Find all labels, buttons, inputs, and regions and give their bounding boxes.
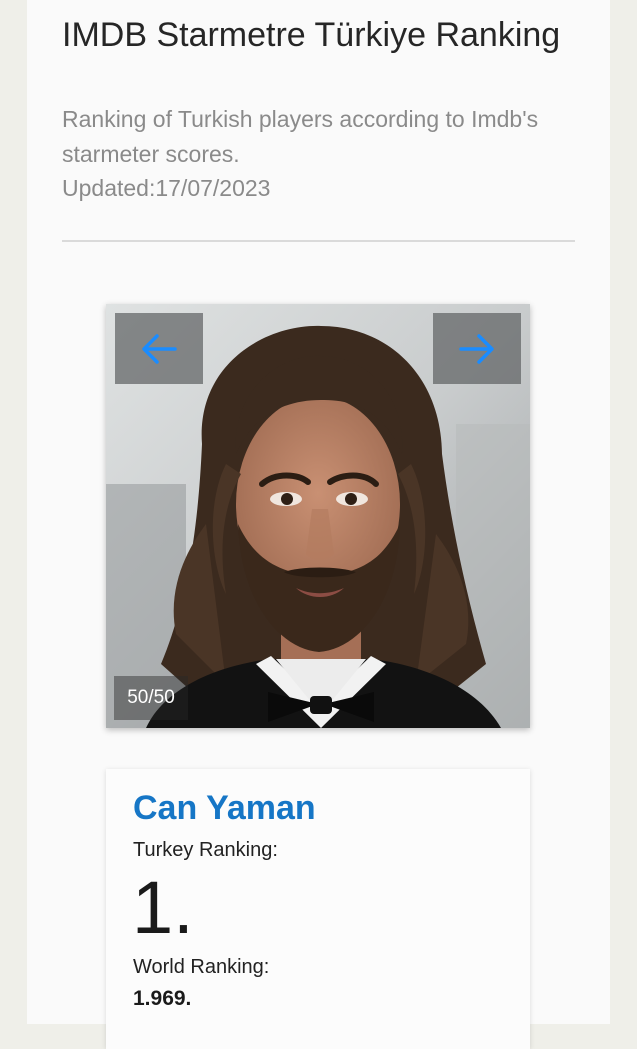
slide-counter: 50/50 <box>114 676 188 720</box>
next-slide-button[interactable] <box>433 313 521 384</box>
turkey-ranking-label: Turkey Ranking: <box>133 839 278 861</box>
page-subtitle: Ranking of Turkish players according to … <box>62 106 539 167</box>
page-title: IMDB Starmetre Türkiye Ranking <box>62 16 561 54</box>
ranking-page: IMDB Starmetre Türkiye Ranking Ranking o… <box>27 0 610 1049</box>
actor-name[interactable]: Can Yaman <box>133 789 316 828</box>
updated-date: Updated:17/07/2023 <box>62 175 271 201</box>
arrow-left-icon <box>142 333 177 364</box>
actor-ranking-card: Can Yaman Turkey Ranking: 1. World Ranki… <box>106 769 530 1049</box>
world-ranking-label: World Ranking: <box>133 956 270 978</box>
world-ranking-value: 1.969. <box>133 987 192 1010</box>
header-divider <box>62 240 575 242</box>
previous-slide-button[interactable] <box>115 313 203 384</box>
actor-image-slider[interactable]: 50/50 <box>106 304 530 728</box>
arrow-right-icon <box>459 333 494 364</box>
turkey-ranking-value: 1. <box>132 866 194 949</box>
